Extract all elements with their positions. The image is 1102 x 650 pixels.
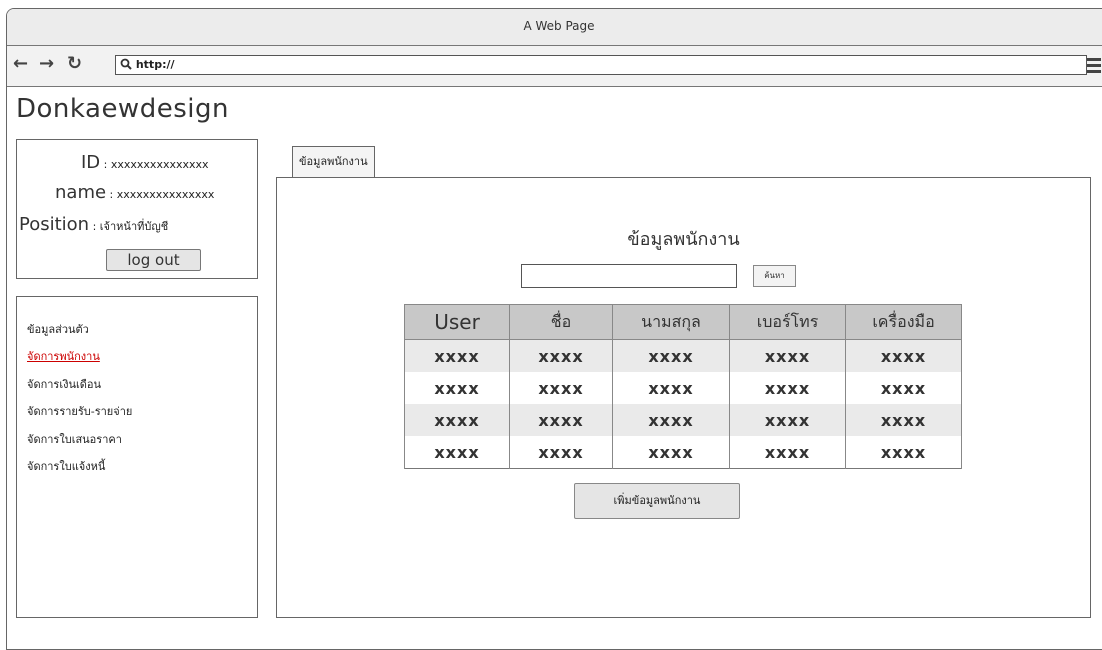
table-cell: xxxx [612,436,730,469]
table-cell: xxxx [404,436,510,469]
profile-card: ID : xxxxxxxxxxxxxxx name : xxxxxxxxxxxx… [16,139,258,279]
column-header-tools: เครื่องมือ [845,304,962,340]
employee-table: User ชื่อ นามสกุล เบอร์โทร เครื่องมือ xx… [404,304,962,469]
reload-icon[interactable]: ↻ [67,54,82,74]
table-cell: xxxx [509,372,613,404]
tab-employee-info[interactable]: ข้อมูลพนักงาน [292,146,375,177]
profile-position-separator: : [89,220,100,233]
sidebar-item-manage-salary[interactable]: จัดการเงินเดือน [27,375,101,393]
page-title: ข้อมูลพนักงาน [627,229,740,250]
table-row: xxxx xxxx xxxx xxxx xxxx [404,404,962,436]
table-cell: xxxx [612,404,730,436]
address-text: http:// [135,58,175,71]
table-row: xxxx xxxx xxxx xxxx xxxx [404,436,962,469]
table-row: xxxx xxxx xxxx xxxx xxxx [404,339,962,372]
window-title: A Web Page [7,9,1102,46]
profile-name-row: name : xxxxxxxxxxxxxxx [55,182,214,203]
table-cell: xxxx [404,404,510,436]
table-cell-tools[interactable]: xxxx [845,339,962,372]
search-input[interactable] [521,264,737,288]
sidebar-item-personal-info[interactable]: ข้อมูลส่วนตัว [27,320,89,338]
sidebar-item-manage-employees[interactable]: จัดการพนักงาน [27,347,100,365]
profile-id-row: ID : xxxxxxxxxxxxxxx [81,152,209,173]
table-cell: xxxx [612,339,730,372]
search-icon [120,58,132,70]
table-cell-tools[interactable]: xxxx [845,372,962,404]
browser-toolbar: ← → ↻ http:// [7,46,1102,87]
table-row: xxxx xxxx xxxx xxxx xxxx [404,372,962,404]
hamburger-menu-icon[interactable] [1087,58,1101,73]
table-cell: xxxx [612,372,730,404]
back-arrow-icon[interactable]: ← [13,54,28,74]
profile-position-label: Position [19,214,90,235]
sidebar-item-manage-quotations[interactable]: จัดการใบเสนอราคา [27,430,122,448]
column-header-first-name: ชื่อ [509,304,613,340]
profile-name-value: xxxxxxxxxxxxxxx [116,188,215,201]
table-cell: xxxx [509,436,613,469]
table-cell: xxxx [729,436,846,469]
column-header-user: User [404,304,510,340]
search-button[interactable]: ค้นหา [753,265,796,287]
table-cell: xxxx [729,339,846,372]
profile-name-separator: : [106,188,117,201]
profile-position-row: Position : เจ้าหน้าที่บัญชี [19,214,168,235]
table-header-row: User ชื่อ นามสกุล เบอร์โทร เครื่องมือ [404,304,962,340]
profile-id-separator: : [100,158,111,171]
profile-id-value: xxxxxxxxxxxxxxx [110,158,209,171]
table-cell: xxxx [404,339,510,372]
profile-name-label: name [55,182,107,203]
add-employee-button[interactable]: เพิ่มข้อมูลพนักงาน [574,483,740,519]
table-cell: xxxx [729,404,846,436]
table-cell: xxxx [404,372,510,404]
profile-id-label: ID [81,152,101,173]
table-cell-tools[interactable]: xxxx [845,404,962,436]
table-cell: xxxx [509,339,613,372]
table-cell: xxxx [729,372,846,404]
site-brand: Donkaewdesign [16,94,229,124]
table-cell-tools[interactable]: xxxx [845,436,962,469]
table-cell: xxxx [509,404,613,436]
address-bar[interactable]: http:// [115,55,1087,75]
column-header-last-name: นามสกุล [612,304,730,340]
column-header-phone: เบอร์โทร [729,304,846,340]
sidebar-item-manage-invoices[interactable]: จัดการใบแจ้งหนี้ [27,457,105,475]
main-panel: ข้อมูลพนักงาน ค้นหา User ชื่อ นามสกุล เบ… [276,177,1091,618]
profile-position-value: เจ้าหน้าที่บัญชี [99,220,169,233]
sidebar-menu: ข้อมูลส่วนตัว จัดการพนักงาน จัดการเงินเด… [16,296,258,618]
logout-button[interactable]: log out [106,249,201,271]
forward-arrow-icon[interactable]: → [39,54,54,74]
sidebar-item-manage-income-expense[interactable]: จัดการรายรับ-รายจ่าย [27,402,132,420]
